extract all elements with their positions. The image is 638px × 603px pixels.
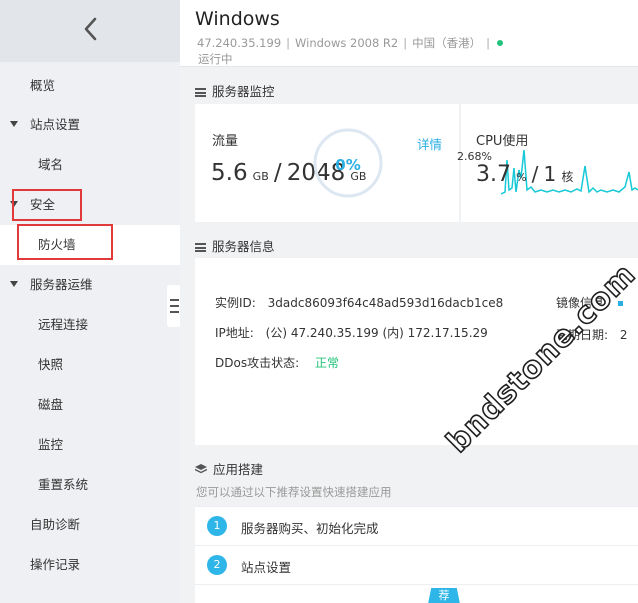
expire-date-value: 2 [619,328,628,342]
sidebar-item-site-settings[interactable]: 站点设置 [0,105,180,145]
sidebar-item-label: 站点设置 [30,117,81,132]
traffic-detail-link[interactable]: 详情 [417,134,442,153]
step-number: 1 [207,516,227,536]
main-content: Windows 47.240.35.199 | Windows 2008 R2 | 中国… [180,0,638,603]
sidebar-item-label: 域名 [38,157,64,172]
image-info-row: 镜像信息: [556,294,623,311]
instance-ip: 47.240.35.199 [197,36,282,50]
status-dot-icon [497,40,503,46]
sidebar-item-label: 快照 [38,357,64,372]
caret-down-icon [10,281,18,287]
ip-address-value: (公) 47.240.35.199 (内) 172.17.15.29 [265,326,488,340]
sidebar-collapse-button[interactable] [0,0,180,62]
sidebar-item-operation-log[interactable]: 操作记录 [0,545,180,585]
step-item-1[interactable]: 1 服务器购买、初始化完成 [195,506,638,545]
page-title: Windows [195,8,280,30]
step-label: 站点设置 [241,560,292,575]
server-info-card: 实例ID: 3dadc86093f64c48ad593d16dacb1ce8 I… [195,258,638,445]
sidebar-item-reset-system[interactable]: 重置系统 [0,465,180,505]
sidebar-item-label: 操作记录 [30,557,81,572]
sidebar-item-snapshot[interactable]: 快照 [0,345,180,385]
sidebar-item-label: 概览 [30,78,56,93]
sidebar-item-label: 安全 [30,197,56,212]
sidebar-item-firewall[interactable]: 防火墙 [0,225,180,265]
sidebar-item-label: 远程连接 [38,317,89,332]
sidebar-item-self-diagnosis[interactable]: 自助诊断 [0,505,180,545]
sidebar-item-label: 防火墙 [38,237,76,252]
cpu-card: CPU使用 2.68% 3.7 % / 1 核 [457,104,638,222]
step-number: 2 [207,555,227,575]
sidebar-item-label: 监控 [38,437,64,452]
instance-id-row: 实例ID: 3dadc86093f64c48ad593d16dacb1ce8 [215,296,504,310]
caret-down-icon [10,201,18,207]
sidebar-toggle-handle[interactable] [167,285,181,327]
layers-icon [194,464,208,474]
sidebar-item-label: 重置系统 [38,477,89,492]
image-info-icon [617,301,623,306]
sidebar-item-disk[interactable]: 磁盘 [0,385,180,425]
instance-region: 中国（香港） [412,36,482,50]
sidebar-item-label: 自助诊断 [30,517,81,532]
instance-header: Windows 47.240.35.199 | Windows 2008 R2 | 中国… [180,0,638,67]
sidebar-item-domain[interactable]: 域名 [0,145,180,185]
status-badge: 运行中 [198,52,233,66]
instance-meta: 47.240.35.199 | Windows 2008 R2 | 中国（香港） | [197,35,503,51]
sidebar-item-overview[interactable]: 概览 [0,66,180,106]
app-setup-subtitle: 您可以通过以下推荐设置快速搭建应用 [196,485,392,499]
caret-down-icon [10,121,18,127]
ddos-status-value: 正常 [314,356,339,370]
sidebar-item-server-ops[interactable]: 服务器运维 [0,265,180,305]
sidebar-item-remote-connect[interactable]: 远程连接 [0,305,180,345]
expire-date-row: 到期日期: 2 [556,328,628,342]
instance-id-value: 3dadc86093f64c48ad593d16dacb1ce8 [267,296,504,310]
ip-address-row: IP地址: (公) 47.240.35.199 (内) 172.17.15.29 [215,326,488,340]
traffic-card: 流量 5.6 GB / 2048 GB 0% 详情 [195,104,459,222]
step-item-2[interactable]: 2 站点设置 [195,545,638,584]
step-label: 服务器购买、初始化完成 [241,521,379,536]
section-title-app-setup: 应用搭建 [194,459,263,478]
chevron-left-icon [84,17,97,41]
step-item-3[interactable]: 荐 [195,584,638,603]
sidebar-item-label: 服务器运维 [30,277,93,292]
section-title-server-info: 服务器信息 [195,236,275,255]
sidebar: 概览 站点设置 域名 安全 防火墙 服务器运维 远程连接 快照 磁盘 监控 重置… [0,0,180,603]
section-title-monitor: 服务器监控 [195,81,275,100]
sidebar-item-label: 磁盘 [38,397,64,412]
traffic-percent: 0% [335,156,361,174]
instance-os: Windows 2008 R2 [295,36,399,50]
recommend-badge: 荐 [428,588,460,603]
traffic-label: 流量 [212,134,239,149]
server-icon [195,88,206,97]
sidebar-item-security[interactable]: 安全 [0,185,180,225]
cpu-value: 3.7 % / 1 核 [476,162,574,187]
ddos-status-row: DDos攻击状态: 正常 [215,356,339,370]
server-icon [195,243,206,252]
sidebar-item-monitor[interactable]: 监控 [0,425,180,465]
